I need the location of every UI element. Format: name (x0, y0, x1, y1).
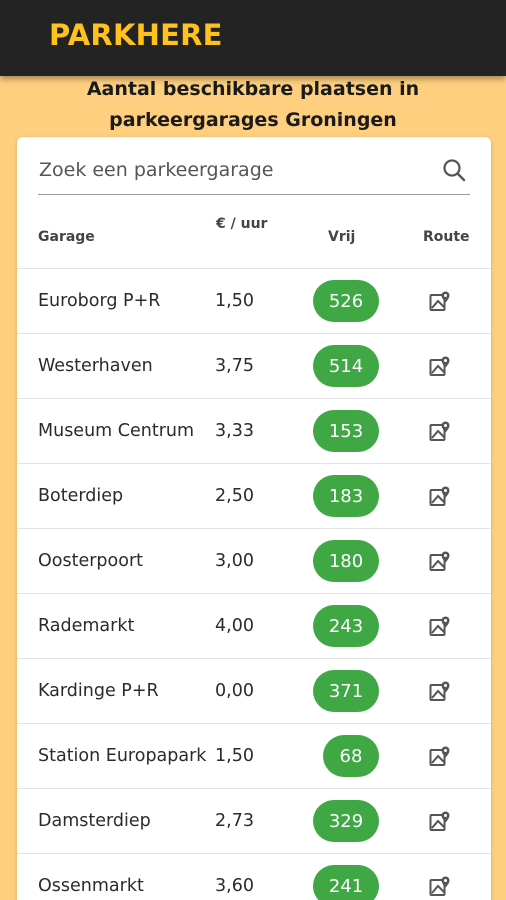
route-map-icon[interactable] (429, 680, 451, 702)
route-map-icon[interactable] (429, 290, 451, 312)
free-spaces-badge: 153 (313, 410, 379, 452)
table-row[interactable]: Oosterpoort 3,00 180 (17, 529, 491, 594)
route-map-icon[interactable] (429, 745, 451, 767)
route-map-icon[interactable] (429, 810, 451, 832)
garage-price: 3,75 (215, 356, 254, 376)
garage-price: 1,50 (215, 291, 254, 311)
garage-name: Station Europapark (38, 746, 207, 766)
free-spaces-badge: 514 (313, 345, 379, 387)
table-row[interactable]: Kardinge P+R 0,00 371 (17, 659, 491, 724)
table-row[interactable]: Westerhaven 3,75 514 (17, 334, 491, 399)
garage-name: Damsterdiep (38, 811, 151, 831)
garage-price: 4,00 (215, 616, 254, 636)
route-map-icon[interactable] (429, 485, 451, 507)
search-field[interactable]: Zoek een parkeergarage (38, 155, 470, 195)
table-row[interactable]: Boterdiep 2,50 183 (17, 464, 491, 529)
column-header-route[interactable]: Route (423, 229, 470, 245)
garage-name: Oosterpoort (38, 551, 143, 571)
garage-name: Euroborg P+R (38, 291, 161, 311)
route-map-icon[interactable] (429, 355, 451, 377)
app-logo: PARKHERE (49, 18, 223, 52)
free-spaces-badge: 329 (313, 800, 379, 842)
table-header: Garage € / uur Vrij Route (17, 203, 491, 269)
free-spaces-badge: 68 (323, 735, 379, 777)
column-header-price[interactable]: € / uur (216, 216, 267, 232)
page-title-line-1: Aantal beschikbare plaatsen in (86, 78, 420, 100)
garage-name: Ossenmarkt (38, 876, 144, 896)
garage-name: Rademarkt (38, 616, 135, 636)
garage-price: 2,50 (215, 486, 254, 506)
garage-price: 0,00 (215, 681, 254, 701)
garage-price: 3,60 (215, 876, 254, 896)
table-row[interactable]: Ossenmarkt 3,60 241 (17, 854, 491, 900)
page-title: Aantal beschikbare plaatsen in parkeerga… (0, 74, 506, 136)
free-spaces-badge: 243 (313, 605, 379, 647)
table-row[interactable]: Rademarkt 4,00 243 (17, 594, 491, 659)
free-spaces-badge: 371 (313, 670, 379, 712)
free-spaces-badge: 180 (313, 540, 379, 582)
route-map-icon[interactable] (429, 615, 451, 637)
table-row[interactable]: Damsterdiep 2,73 329 (17, 789, 491, 854)
route-map-icon[interactable] (429, 420, 451, 442)
garage-price: 1,50 (215, 746, 254, 766)
app-bar: PARKHERE (0, 0, 506, 76)
garage-card: Zoek een parkeergarage Garage € / uur Vr… (17, 137, 491, 900)
table-row[interactable]: Euroborg P+R 1,50 526 (17, 269, 491, 334)
garage-name: Boterdiep (38, 486, 124, 506)
column-header-garage[interactable]: Garage (38, 229, 95, 245)
search-input[interactable]: Zoek een parkeergarage (39, 159, 273, 181)
garage-price: 2,73 (215, 811, 254, 831)
free-spaces-badge: 526 (313, 280, 379, 322)
route-map-icon[interactable] (429, 550, 451, 572)
table-row[interactable]: Museum Centrum 3,33 153 (17, 399, 491, 464)
garage-name: Westerhaven (38, 356, 153, 376)
route-map-icon[interactable] (429, 875, 451, 897)
page-title-line-2: parkeergarages Groningen (109, 109, 397, 131)
garage-price: 3,00 (215, 551, 254, 571)
free-spaces-badge: 183 (313, 475, 379, 517)
search-icon[interactable] (440, 157, 468, 185)
garage-name: Kardinge P+R (38, 681, 159, 701)
column-header-free[interactable]: Vrij (328, 229, 355, 245)
garage-price: 3,33 (215, 421, 254, 441)
table-row[interactable]: Station Europapark 1,50 68 (17, 724, 491, 789)
free-spaces-badge: 241 (313, 865, 379, 900)
garage-name: Museum Centrum (38, 421, 195, 441)
